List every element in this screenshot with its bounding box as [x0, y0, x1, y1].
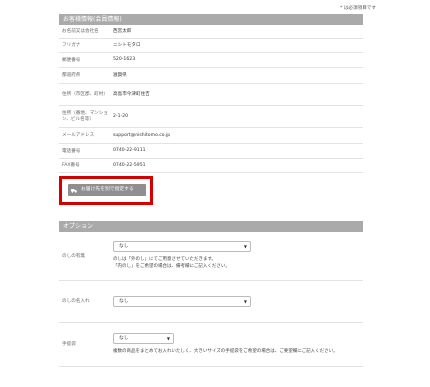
info-row-phone: 電話番号 0740-22-9111	[59, 143, 363, 159]
row-value: 滋賀県	[113, 67, 363, 84]
option-row-noshi: のしの有無 なし ▼ のしは「外のし」にてご用意させていただきます。 「内のし」…	[59, 232, 363, 281]
customer-info-table: お名前又は会社名 西宮太郎 フリガナ ニシトモタロ 郵便番号 520-1623 …	[59, 25, 363, 173]
info-row-kana: フリガナ ニシトモタロ	[59, 38, 363, 53]
option-section: オプション のしの有無 なし ▼ のしは「外のし」にてご用意させていただきます。…	[59, 221, 363, 367]
option-label-noshi: のしの有無	[59, 232, 113, 281]
option-label-tebukuro: 手提袋	[59, 322, 113, 367]
row-value: ニシトモタロ	[113, 38, 363, 53]
info-row-postal-code: 郵便番号 520-1623	[59, 52, 363, 68]
row-label: 郵便番号	[59, 52, 113, 68]
info-row-name: お名前又は会社名 西宮太郎	[59, 25, 363, 39]
tebukuro-select-value: なし	[119, 335, 129, 341]
row-value: support@nishitomo.co.jp	[113, 127, 363, 144]
option-table: のしの有無 なし ▼ のしは「外のし」にてご用意させていただきます。 「内のし」…	[59, 232, 363, 367]
row-label: 電話番号	[59, 143, 113, 159]
info-row-email: メールアドレス support@nishitomo.co.jp	[59, 127, 363, 144]
row-label: フリガナ	[59, 38, 113, 53]
chevron-down-icon: ▼	[166, 335, 170, 341]
highlight-frame: お届け先を別で指定する	[59, 176, 153, 205]
row-label: 住所（市区郡、町村）	[59, 83, 113, 106]
required-note: * は必須項目です	[340, 6, 376, 11]
tebukuro-note: 複数の商品をまとめてお入れいたしく、大きいサイズの手提袋をご希望の場合は、ご要望…	[113, 348, 338, 354]
noshi-name-select-value: なし	[119, 298, 129, 304]
truck-icon	[71, 188, 77, 193]
noshi-note-2: 「内のし」をご希望の場合は、備考欄にご記入ください。	[113, 264, 230, 270]
row-value: 2-1-20	[113, 105, 363, 128]
row-value: 西宮太郎	[113, 25, 363, 39]
noshi-name-select[interactable]: なし ▼	[113, 295, 251, 307]
customer-info-section: お客様情報(会員情報) お名前又は会社名 西宮太郎 フリガナ ニシトモタロ 郵便…	[59, 14, 363, 173]
change-delivery-area: お届け先を別で指定する	[59, 170, 363, 210]
option-label-noshi-name: のしの名入れ	[59, 280, 113, 323]
row-value: 高島市今津町住吉	[113, 83, 363, 106]
row-value: 520-1623	[113, 52, 363, 68]
chevron-down-icon: ▼	[243, 298, 247, 304]
option-row-tebukuro: 手提袋 なし ▼ 複数の商品をまとめてお入れいたしく、大きいサイズの手提袋をご希…	[59, 322, 363, 367]
tebukuro-select[interactable]: なし ▼	[113, 332, 174, 344]
info-row-address-city: 住所（市区郡、町村） 高島市今津町住吉	[59, 83, 363, 106]
noshi-select[interactable]: なし ▼	[113, 240, 251, 252]
row-label: メールアドレス	[59, 127, 113, 144]
info-row-address-street: 住所（番地、マンション、ビル名等） 2-1-20	[59, 105, 363, 128]
row-label: 住所（番地、マンション、ビル名等）	[59, 105, 113, 128]
noshi-select-value: なし	[119, 243, 129, 249]
customer-info-header: お客様情報(会員情報)	[59, 14, 363, 25]
change-delivery-address-button[interactable]: お届け先を別で指定する	[68, 184, 146, 196]
row-value: 0740-22-9111	[113, 143, 363, 159]
change-delivery-label: お届け先を別で指定する	[81, 187, 134, 192]
chevron-down-icon: ▼	[243, 243, 247, 249]
row-label: お名前又は会社名	[59, 25, 113, 39]
info-row-prefecture: 都道府県 滋賀県	[59, 67, 363, 84]
option-row-noshi-name: のしの名入れ なし ▼	[59, 280, 363, 323]
option-header: オプション	[59, 221, 363, 232]
row-label: 都道府県	[59, 67, 113, 84]
noshi-note-1: のしは「外のし」にてご用意させていただきます。	[113, 256, 217, 262]
